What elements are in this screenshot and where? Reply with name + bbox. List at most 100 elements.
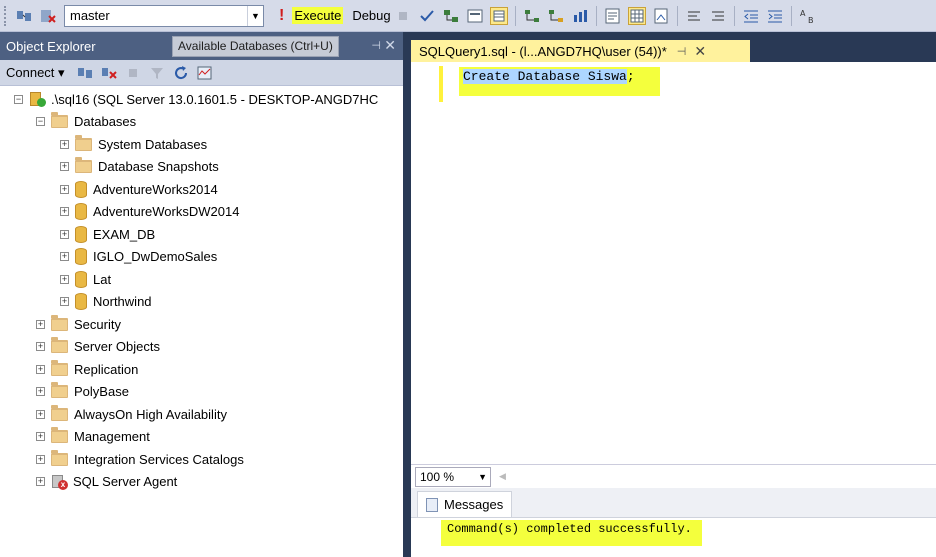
tree-node-folder[interactable]: + System Databases xyxy=(0,133,403,156)
toolbar-separator xyxy=(733,5,735,26)
filter-icon[interactable] xyxy=(148,64,166,82)
tree-node-database[interactable]: + AdventureWorks2014 xyxy=(0,178,403,201)
include-actual-plan-icon[interactable] xyxy=(523,7,541,25)
selected-code: Create Database Siswa xyxy=(463,69,627,84)
tree-node-folder[interactable]: + Integration Services Catalogs xyxy=(0,448,403,471)
object-explorer-panel: Object Explorer ⊣ ✕ Available Databases … xyxy=(0,32,406,557)
live-query-stats-icon[interactable] xyxy=(547,7,565,25)
tree-node-server[interactable]: − .\sql16 (SQL Server 13.0.1601.5 - DESK… xyxy=(0,88,403,111)
svg-text:A: A xyxy=(800,9,806,18)
comment-lines-icon[interactable] xyxy=(685,7,703,25)
tab-messages[interactable]: Messages xyxy=(417,491,513,517)
close-icon[interactable]: ✕ xyxy=(384,37,396,54)
pin-tab-icon[interactable]: ⊣ xyxy=(677,45,687,58)
toolbar-separator xyxy=(676,5,678,26)
folder-icon xyxy=(51,112,68,129)
tree-node-folder[interactable]: + Management xyxy=(0,426,403,449)
expand-icon[interactable]: + xyxy=(36,364,45,374)
expand-icon[interactable]: + xyxy=(36,387,45,397)
toolbar-separator xyxy=(595,5,597,26)
expand-icon[interactable]: + xyxy=(60,139,69,149)
expand-icon[interactable]: + xyxy=(60,297,69,307)
query-editor[interactable]: Create Database Siswa; xyxy=(411,62,936,464)
expand-icon[interactable]: + xyxy=(36,319,45,329)
pin-icon[interactable]: ⊣ xyxy=(371,39,381,52)
editor-status-bar: 100 % ▼ ◀ xyxy=(411,464,936,488)
tree-node-label: SQL Server Agent xyxy=(73,474,178,490)
results-to-grid2-icon[interactable] xyxy=(627,6,646,25)
tree-node-label: AdventureWorks2014 xyxy=(93,181,218,197)
disconnect-object-explorer-icon[interactable] xyxy=(100,64,118,82)
folder-icon xyxy=(51,449,68,466)
client-statistics-icon[interactable] xyxy=(571,7,589,25)
zoom-combo[interactable]: 100 % ▼ xyxy=(415,466,491,487)
refresh-icon[interactable] xyxy=(172,64,190,82)
tree-node-label: AlwaysOn High Availability xyxy=(74,406,227,422)
tree-node-label: AdventureWorksDW2014 xyxy=(93,204,240,220)
query-options-icon[interactable] xyxy=(466,7,484,25)
results-to-grid-icon[interactable] xyxy=(489,6,508,25)
tree-node-folder[interactable]: + Security xyxy=(0,313,403,336)
stop-icon[interactable] xyxy=(124,64,142,82)
disconnect-icon[interactable] xyxy=(39,7,57,25)
tree-node-databases[interactable]: − Databases xyxy=(0,111,403,134)
tree-node-folder[interactable]: + Database Snapshots xyxy=(0,156,403,179)
available-databases-combo[interactable]: master ▼ xyxy=(64,4,264,27)
tree-node-database[interactable]: + Lat xyxy=(0,268,403,291)
expand-icon[interactable]: + xyxy=(60,252,69,262)
chevron-down-icon[interactable]: ▼ xyxy=(247,5,263,26)
expand-icon[interactable]: + xyxy=(36,454,45,464)
database-icon xyxy=(75,225,87,243)
connect-dropdown-button[interactable]: Connect ▾ xyxy=(6,65,65,81)
debug-button[interactable]: Debug xyxy=(352,8,390,23)
tree-node-sql-agent[interactable]: + x SQL Server Agent xyxy=(0,471,403,494)
tab-title: SQLQuery1.sql - (l...ANGD7HQ\user (54))* xyxy=(419,43,667,59)
tab-sqlquery1[interactable]: SQLQuery1.sql - (l...ANGD7HQ\user (54))*… xyxy=(411,40,750,62)
estimated-plan-icon[interactable] xyxy=(442,7,460,25)
tree-node-folder[interactable]: + PolyBase xyxy=(0,381,403,404)
expand-icon[interactable]: + xyxy=(60,207,69,217)
database-icon xyxy=(75,180,87,198)
tree-node-database[interactable]: + AdventureWorksDW2014 xyxy=(0,201,403,224)
toolbar-grip[interactable] xyxy=(4,5,8,26)
connect-object-explorer-icon[interactable] xyxy=(76,64,94,82)
expand-icon[interactable]: + xyxy=(60,274,69,284)
tree-node-database[interactable]: + Northwind xyxy=(0,291,403,314)
tree-node-label: Server Objects xyxy=(74,339,160,355)
increase-indent-icon[interactable] xyxy=(766,7,784,25)
uncomment-lines-icon[interactable] xyxy=(709,7,727,25)
collapse-icon[interactable]: − xyxy=(14,94,23,104)
parse-checkmark-icon[interactable] xyxy=(418,7,436,25)
close-tab-icon[interactable]: ✕ xyxy=(694,43,706,60)
results-to-text-icon[interactable] xyxy=(604,7,622,25)
expand-icon[interactable]: + xyxy=(36,432,45,442)
specify-values-icon[interactable]: AB xyxy=(799,7,817,25)
tree-node-folder[interactable]: + AlwaysOn High Availability xyxy=(0,403,403,426)
expand-icon[interactable]: + xyxy=(36,477,45,487)
collapse-icon[interactable]: − xyxy=(36,117,45,127)
chevron-down-icon[interactable]: ▼ xyxy=(478,472,487,482)
scroll-left-icon[interactable]: ◀ xyxy=(499,471,506,482)
decrease-indent-icon[interactable] xyxy=(742,7,760,25)
result-message: Command(s) completed successfully. xyxy=(441,520,702,546)
folder-icon xyxy=(51,427,68,444)
changed-line-marker xyxy=(439,66,443,102)
messages-icon xyxy=(426,497,438,512)
folder-icon xyxy=(51,382,68,399)
expand-icon[interactable]: + xyxy=(60,229,69,239)
results-to-file-icon[interactable] xyxy=(652,7,670,25)
expand-icon[interactable]: + xyxy=(36,409,45,419)
expand-icon[interactable]: + xyxy=(36,342,45,352)
code-line-1[interactable]: Create Database Siswa; xyxy=(459,67,660,96)
tree-node-database[interactable]: + EXAM_DB xyxy=(0,223,403,246)
results-tabs: Messages xyxy=(411,488,936,518)
activity-monitor-icon[interactable] xyxy=(196,64,214,82)
tree-node-database[interactable]: + IGLO_DwDemoSales xyxy=(0,246,403,269)
expand-icon[interactable]: + xyxy=(60,184,69,194)
change-connection-icon[interactable] xyxy=(15,7,33,25)
tree-node-folder[interactable]: + Replication xyxy=(0,358,403,381)
tree-node-folder[interactable]: + Server Objects xyxy=(0,336,403,359)
execute-button[interactable]: ! Execute xyxy=(276,5,346,27)
stop-icon[interactable] xyxy=(394,7,412,25)
expand-icon[interactable]: + xyxy=(60,162,69,172)
